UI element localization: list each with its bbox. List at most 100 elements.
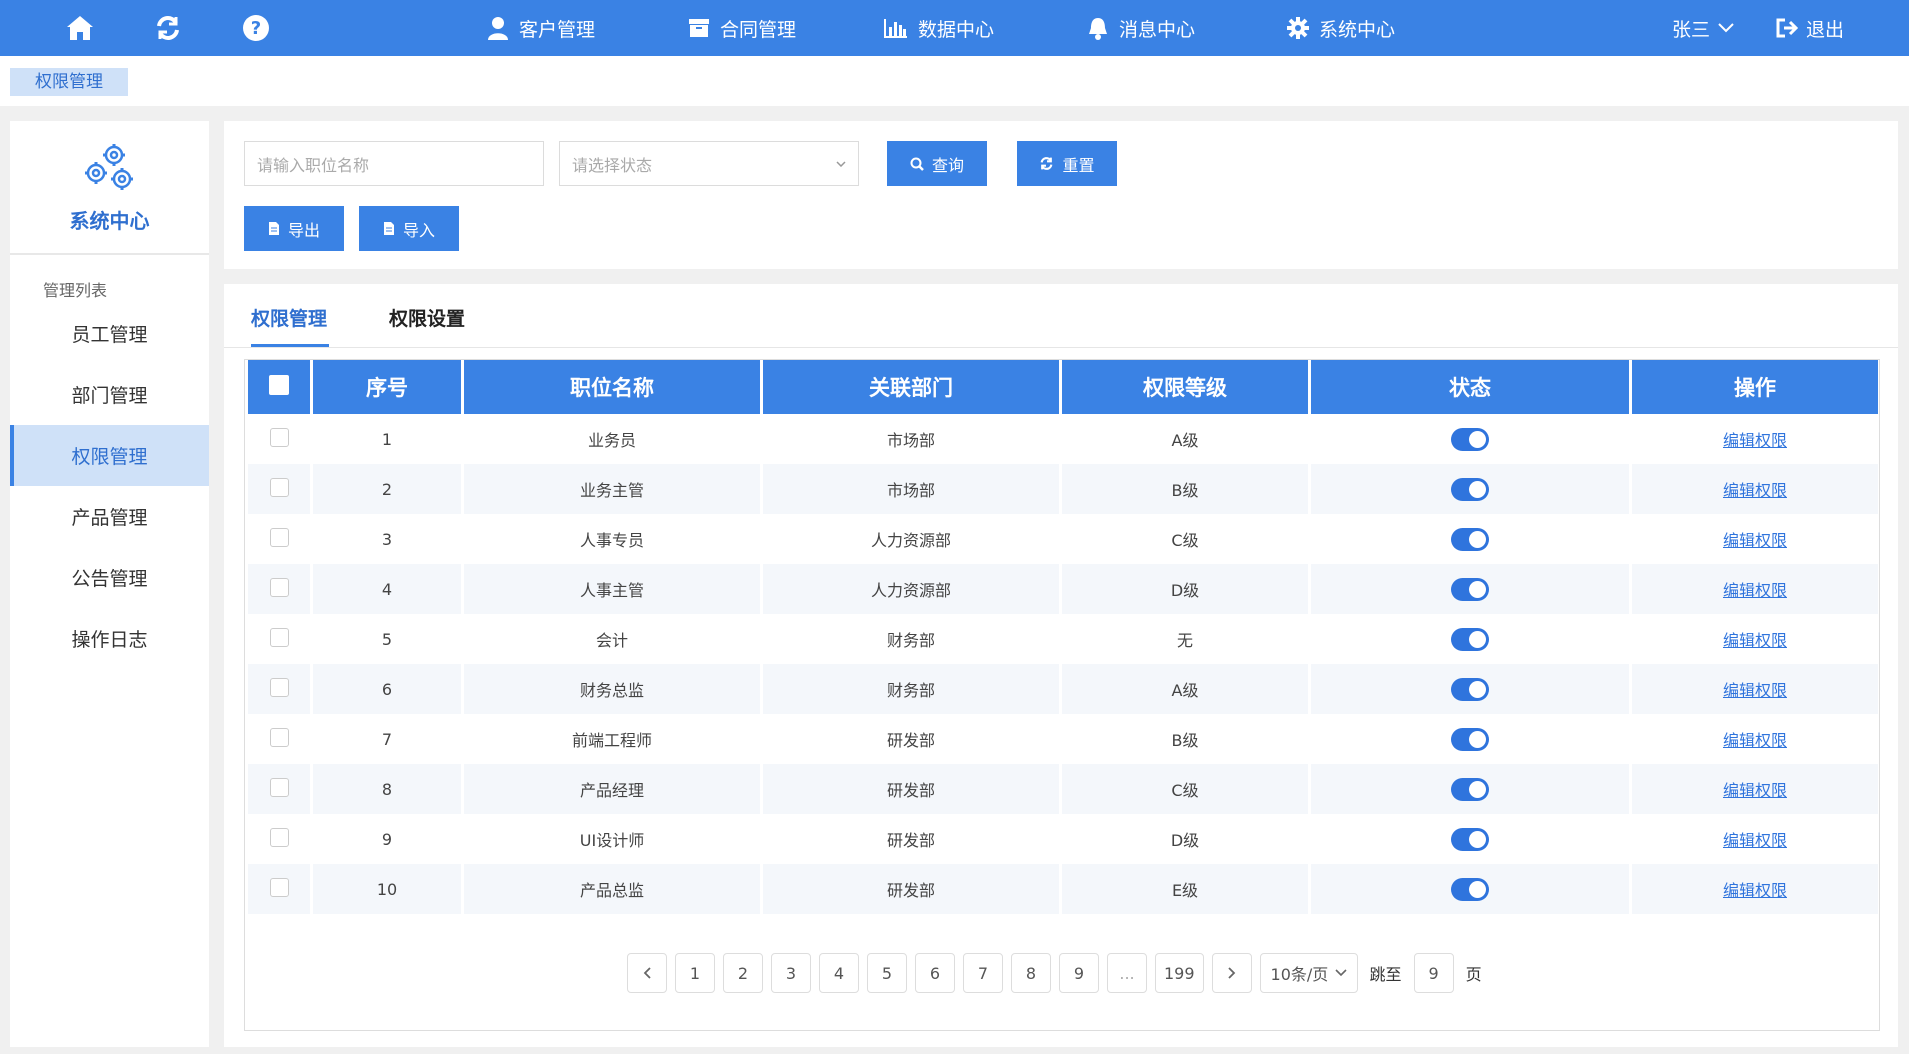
edit-permission-link[interactable]: 编辑权限 <box>1723 731 1787 750</box>
page-button[interactable]: 7 <box>963 953 1003 993</box>
select-all-checkbox[interactable] <box>269 374 289 395</box>
svg-text:?: ? <box>251 18 261 39</box>
jump-page-input[interactable]: 9 <box>1413 953 1454 993</box>
row-checkbox[interactable] <box>269 627 289 647</box>
row-checkbox[interactable] <box>269 827 289 847</box>
archive-icon <box>689 19 709 37</box>
cell-position: 财务总监 <box>464 664 760 714</box>
status-toggle[interactable] <box>1451 527 1489 551</box>
page-button[interactable]: 1 <box>675 953 715 993</box>
edit-permission-link[interactable]: 编辑权限 <box>1723 831 1787 850</box>
jump-label: 跳至 <box>1369 965 1402 984</box>
nav-data-center[interactable]: 数据中心 <box>884 0 994 56</box>
status-toggle[interactable] <box>1451 477 1489 501</box>
table-row: 5 会计 财务部 无 编辑权限 <box>248 614 1878 664</box>
header-checkbox-cell <box>248 360 310 414</box>
sidebar-item-announcements[interactable]: 公告管理 <box>10 547 209 608</box>
edit-permission-link[interactable]: 编辑权限 <box>1723 581 1787 600</box>
cell-department: 研发部 <box>763 764 1059 814</box>
table-container: 序号 职位名称 关联部门 权限等级 状态 操作 1 业务员 市场部 A级 编辑权… <box>244 359 1880 1031</box>
user-menu[interactable]: 张三 <box>1672 0 1734 56</box>
position-name-input[interactable]: 请输入职位名称 <box>244 141 544 186</box>
nav-system-center[interactable]: 系统中心 <box>1287 0 1395 56</box>
status-toggle[interactable] <box>1451 827 1489 851</box>
cell-position: 前端工程师 <box>571 731 652 750</box>
cell-position: 人事专员 <box>579 531 644 550</box>
sidebar-item-employees[interactable]: 员工管理 <box>10 303 209 364</box>
page-button[interactable]: 2 <box>723 953 763 993</box>
status-toggle[interactable] <box>1451 427 1489 451</box>
page-button[interactable]: 3 <box>771 953 811 993</box>
status-toggle[interactable] <box>1451 627 1489 651</box>
cell-position: 产品经理 <box>464 764 760 814</box>
page-button[interactable]: 4 <box>819 953 859 993</box>
header-department: 关联部门 <box>763 360 1059 414</box>
chevron-left-icon <box>643 967 651 979</box>
page-size-select[interactable]: 10条/页 <box>1259 953 1358 993</box>
status-select[interactable]: 请选择状态 <box>559 141 859 186</box>
page-ellipsis[interactable]: ... <box>1107 953 1147 993</box>
status-toggle[interactable] <box>1451 777 1489 801</box>
home-icon[interactable] <box>64 12 96 44</box>
header-position: 职位名称 <box>464 360 760 414</box>
sidebar-item-departments[interactable]: 部门管理 <box>10 364 209 425</box>
gears-icon <box>84 144 133 190</box>
status-toggle[interactable] <box>1451 677 1489 701</box>
nav-messages[interactable]: 消息中心 <box>1087 0 1195 56</box>
row-checkbox[interactable] <box>269 477 289 497</box>
sidebar-item-products[interactable]: 产品管理 <box>10 486 209 547</box>
edit-permission-link[interactable]: 编辑权限 <box>1723 881 1787 900</box>
row-checkbox[interactable] <box>269 427 289 447</box>
edit-permission-link[interactable]: 编辑权限 <box>1723 531 1787 550</box>
breadcrumb[interactable]: 权限管理 <box>10 68 128 96</box>
export-button[interactable]: 导出 <box>244 206 344 251</box>
table-row: 9 UI设计师 研发部 D级 编辑权限 <box>248 814 1878 864</box>
row-checkbox[interactable] <box>269 677 289 697</box>
cell-position: 人事主管 <box>464 564 760 614</box>
edit-permission-link[interactable]: 编辑权限 <box>1723 431 1787 450</box>
cell-position: 业务员 <box>587 431 636 450</box>
row-checkbox[interactable] <box>269 777 289 797</box>
search-button[interactable]: 查询 <box>887 141 987 186</box>
sidebar-item-permissions[interactable]: 权限管理 <box>10 425 209 486</box>
status-toggle[interactable] <box>1451 877 1489 901</box>
nav-label: 合同管理 <box>720 18 797 41</box>
nav-customers[interactable]: 客户管理 <box>487 0 595 56</box>
row-checkbox[interactable] <box>269 577 289 597</box>
refresh-icon[interactable] <box>152 12 184 44</box>
cell-no: 9 <box>381 829 393 849</box>
chevron-down-icon <box>836 160 846 167</box>
page-button[interactable]: 5 <box>867 953 907 993</box>
logout-button[interactable]: 退出 <box>1776 0 1844 56</box>
edit-permission-link[interactable]: 编辑权限 <box>1723 781 1787 800</box>
page-button[interactable]: 199 <box>1155 953 1204 993</box>
import-button[interactable]: 导入 <box>359 206 459 251</box>
cell-no: 6 <box>313 664 461 714</box>
page-button[interactable]: 6 <box>915 953 955 993</box>
cell-no: 7 <box>381 729 393 749</box>
status-toggle[interactable] <box>1451 727 1489 751</box>
row-checkbox[interactable] <box>269 877 289 897</box>
row-checkbox[interactable] <box>269 727 289 747</box>
cell-level: D级 <box>1170 831 1200 850</box>
status-toggle[interactable] <box>1451 577 1489 601</box>
help-icon[interactable]: ? <box>240 12 272 44</box>
reset-button[interactable]: 重置 <box>1017 141 1117 186</box>
prev-page-button[interactable] <box>627 953 667 993</box>
refresh-icon <box>1041 157 1053 170</box>
nav-contracts[interactable]: 合同管理 <box>688 0 796 56</box>
edit-permission-link[interactable]: 编辑权限 <box>1723 481 1787 500</box>
chevron-down-icon <box>1718 23 1734 33</box>
page-button[interactable]: 8 <box>1011 953 1051 993</box>
edit-permission-link[interactable]: 编辑权限 <box>1723 631 1787 650</box>
page-button[interactable]: 9 <box>1059 953 1099 993</box>
edit-permission-link[interactable]: 编辑权限 <box>1723 681 1787 700</box>
header-status: 状态 <box>1311 360 1629 414</box>
sidebar-item-operation-log[interactable]: 操作日志 <box>10 608 209 669</box>
main-panel: 权限管理 权限设置 序号 职位名称 关联部门 权限等级 状态 操作 1 业务员 … <box>224 284 1898 1047</box>
row-checkbox[interactable] <box>269 527 289 547</box>
tab-permission-settings[interactable]: 权限设置 <box>389 304 465 331</box>
tab-permission-management[interactable]: 权限管理 <box>251 304 327 331</box>
next-page-button[interactable] <box>1211 953 1252 993</box>
header-action: 操作 <box>1632 360 1878 414</box>
